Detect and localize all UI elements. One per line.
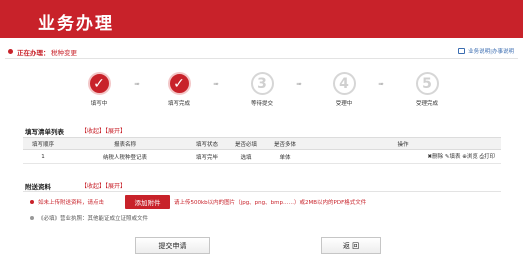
step-1: ✓ 填写中 — [69, 72, 129, 107]
step-label: 受理中 — [335, 101, 353, 107]
check-icon: ✓ — [167, 72, 191, 95]
cell-required: 选填 — [227, 149, 265, 164]
table-row: 1 纳税人税种登记表 填写完毕 选填 单体 ✖删除 ✎填表 ⊕浏览 ⎙打印 — [23, 149, 501, 164]
step-4: 4 受理中 — [314, 72, 374, 107]
column-header: 报表名称 — [63, 137, 187, 150]
column-header: 填写状态 — [187, 137, 227, 150]
step-label: 等待提交 — [250, 101, 273, 107]
check-icon: ✓ — [87, 72, 111, 95]
cell-status: 填写完毕 — [187, 149, 227, 164]
column-header: 操作 — [305, 137, 501, 150]
bullet-icon — [30, 216, 34, 220]
form-list-title: 填写清单列表 — [25, 128, 64, 136]
table-header-row: 填写顺序 报表名称 填写状态 是否必填 是否多体 操作 — [23, 137, 501, 150]
book-icon — [458, 48, 466, 54]
step-5: 5 受理完成 — [397, 72, 457, 107]
status-bar: 正在办理： 税种变更 业务说明|办事说明 — [5, 45, 518, 59]
progress-steps: ✓ 填写中 ➠ ✓ 填写完成 ➠ 3 等待提交 ➠ 4 受理中 ➠ 5 受理完成 — [0, 72, 523, 112]
bullet-icon — [30, 200, 34, 204]
step-3: 3 等待提交 — [232, 72, 292, 107]
arrow-right-icon: ➠ — [213, 80, 219, 88]
required-doc-note: 《必填》营业执照：其他能证成立证照或文件 — [30, 214, 148, 222]
step-label: 填写完成 — [167, 101, 190, 107]
attachment-note: 如未上传附送资料，请点击 — [30, 198, 104, 206]
status-value: 税种变更 — [51, 49, 77, 57]
column-header: 是否多体 — [265, 137, 305, 150]
back-button[interactable]: 返 回 — [321, 237, 381, 254]
attachments-toggle-links[interactable]: 【收起】【展开】 — [81, 181, 126, 190]
status-label: 正在办理： — [17, 49, 50, 57]
header-banner: 业务办理 — [0, 0, 523, 38]
divider — [23, 191, 501, 192]
column-header: 是否必填 — [227, 137, 265, 150]
step-2: ✓ 填写完成 — [149, 72, 209, 107]
form-list-toggle-links[interactable]: 【收起】【展开】 — [81, 126, 126, 135]
attachments-title: 附送资料 — [25, 183, 51, 191]
note-suffix: 请上传500kb以内的图片（jpg、png、bmp……）或2MB以内的PDF格式… — [174, 200, 367, 206]
arrow-right-icon: ➠ — [134, 80, 140, 88]
arrow-right-icon: ➠ — [296, 80, 302, 88]
required-doc-text: 《必填》营业执照：其他能证成立证照或文件 — [38, 216, 149, 222]
cell-name: 纳税人税种登记表 — [63, 149, 187, 164]
cell-multi: 单体 — [265, 149, 305, 164]
status-dot-icon — [8, 49, 13, 54]
page-title: 业务办理 — [38, 14, 114, 34]
row-actions[interactable]: ✖删除 ✎填表 ⊕浏览 ⎙打印 — [305, 149, 501, 164]
arrow-right-icon: ➠ — [378, 80, 384, 88]
form-list-table: 填写顺序 报表名称 填写状态 是否必填 是否多体 操作 1 纳税人税种登记表 填… — [23, 137, 501, 164]
step-label: 受理完成 — [415, 101, 438, 107]
guide-link-label: 业务说明|办事说明 — [468, 49, 514, 55]
note-prefix: 如未上传附送资料，请点击 — [38, 200, 105, 206]
column-header: 填写顺序 — [23, 137, 63, 150]
step-number-icon: 4 — [332, 72, 356, 95]
guide-link[interactable]: 业务说明|办事说明 — [458, 47, 514, 55]
step-label: 填写中 — [90, 101, 108, 107]
step-number-icon: 5 — [415, 72, 439, 95]
cell-order: 1 — [23, 149, 63, 164]
add-attachment-button[interactable]: 添加附件 — [125, 195, 170, 209]
step-number-icon: 3 — [250, 72, 274, 95]
submit-button[interactable]: 提交申请 — [135, 237, 210, 254]
